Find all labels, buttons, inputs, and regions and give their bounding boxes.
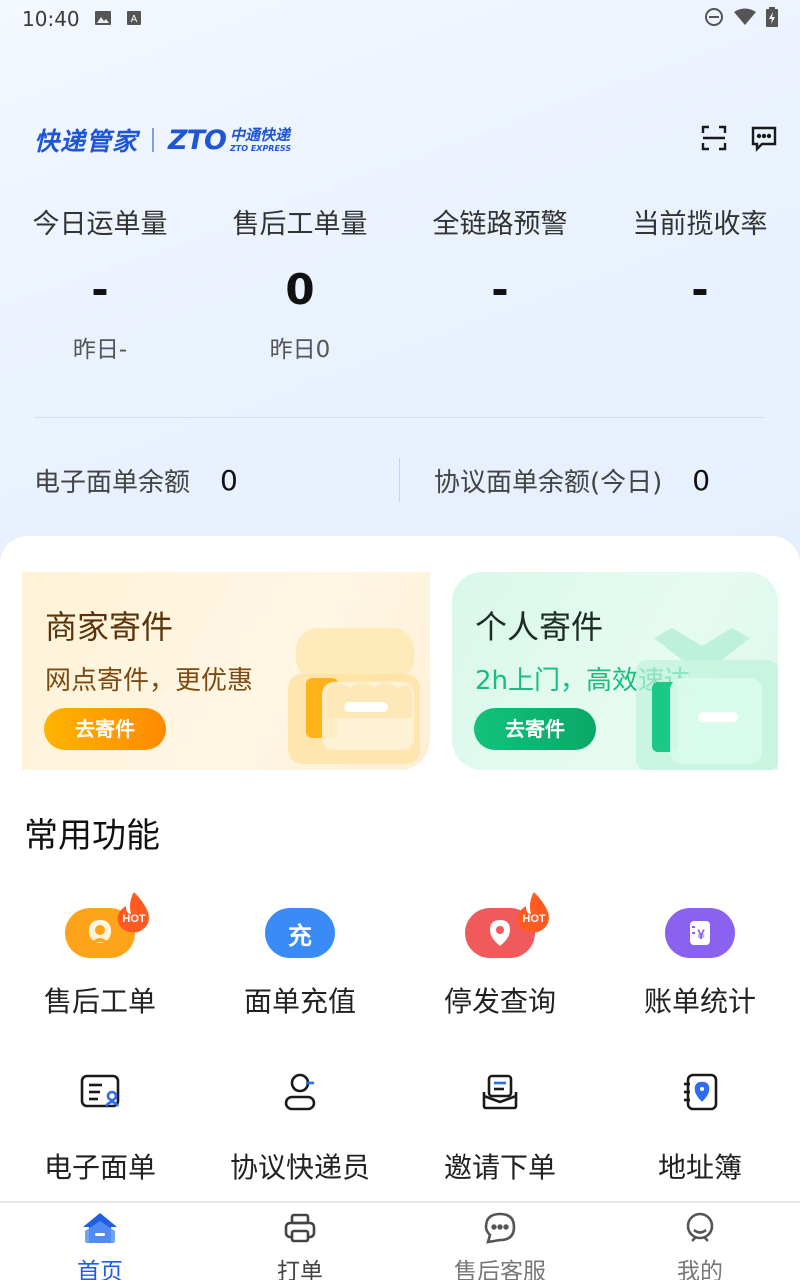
stat-value: - <box>91 265 109 314</box>
zto-logo-text: 中通快递 ZTO EXPRESS <box>229 125 292 153</box>
tab-label: 售后客服 <box>454 1259 546 1280</box>
zto-brand-cn: 中通快递 <box>229 125 290 144</box>
function-agreement-courier[interactable]: 协议快递员 <box>200 1062 400 1186</box>
parcel-box-icon <box>636 628 778 770</box>
home-icon <box>0 1208 200 1248</box>
stat-yesterday: 昨日0 <box>269 337 331 363</box>
card-title: 个人寄件 <box>475 608 604 646</box>
e-waybill-icon <box>76 1068 124 1116</box>
do-not-disturb-icon <box>704 7 724 32</box>
function-aftersale-ticket[interactable]: HOT 售后工单 <box>0 892 200 1020</box>
card-subtitle: 网点寄件，更优惠 <box>45 666 254 696</box>
function-grid-row2: 电子面单 协议快递员 邀请下单 地址簿 <box>0 1062 800 1186</box>
message-icon[interactable] <box>750 124 778 152</box>
hot-badge-text: HOT <box>522 913 546 925</box>
agreement-waybill-balance[interactable]: 协议面单余额(今日) 0 <box>400 462 800 499</box>
function-grid-row1: HOT 售后工单 充 面单充值 HOT 停发查询 ¥ 账单统计 <box>0 892 800 1020</box>
function-label: 面单充值 <box>243 985 356 1018</box>
status-time: 10:40 <box>22 7 80 31</box>
zto-logo-mark: ZTO <box>168 124 227 156</box>
tab-label: 首页 <box>77 1259 123 1280</box>
function-invite-order[interactable]: 邀请下单 <box>400 1062 600 1186</box>
divider <box>34 417 766 418</box>
hot-badge: HOT <box>514 890 554 938</box>
merchant-ship-button[interactable]: 去寄件 <box>44 708 166 750</box>
courier-icon <box>276 1068 324 1116</box>
invite-order-icon <box>476 1068 524 1116</box>
section-title: 常用功能 <box>24 816 160 856</box>
status-bar: 10:40 A <box>0 0 800 38</box>
printer-icon <box>200 1208 400 1248</box>
stat-label: 今日运单量 <box>32 209 168 240</box>
bottom-tab-bar: 首页 打单 售后客服 我的 <box>0 1203 800 1280</box>
card-title: 商家寄件 <box>45 608 174 646</box>
tab-label: 我的 <box>677 1259 723 1280</box>
balance-divider <box>399 458 400 502</box>
stat-pickup-rate[interactable]: 当前揽收率 - <box>600 200 800 370</box>
tab-profile[interactable]: 我的 <box>600 1203 800 1280</box>
function-label: 停发查询 <box>443 985 556 1018</box>
recharge-icon: 充 <box>265 908 335 958</box>
function-bill-statistics[interactable]: ¥ 账单统计 <box>600 892 800 1020</box>
balance-value: 0 <box>220 463 238 497</box>
tab-print-order[interactable]: 打单 <box>200 1203 400 1280</box>
function-suspension-query[interactable]: HOT 停发查询 <box>400 892 600 1020</box>
stat-yesterday <box>400 330 600 370</box>
stats-row: 今日运单量 - 昨日- 售后工单量 0 昨日0 全链路预警 - 当前揽收率 - <box>0 200 800 370</box>
function-label: 协议快递员 <box>229 1151 370 1184</box>
stat-full-chain-alert[interactable]: 全链路预警 - <box>400 200 600 370</box>
hot-badge: HOT <box>114 890 154 938</box>
balance-label: 协议面单余额(今日) <box>434 467 663 498</box>
tab-label: 打单 <box>277 1259 323 1280</box>
tab-home[interactable]: 首页 <box>0 1203 200 1280</box>
image-notification-icon <box>94 7 112 31</box>
app-notification-icon: A <box>126 7 142 31</box>
stat-label: 全链路预警 <box>432 209 568 240</box>
stat-yesterday <box>600 330 800 370</box>
balance-value: 0 <box>692 463 711 497</box>
e-waybill-balance[interactable]: 电子面单余额 0 <box>0 462 400 499</box>
function-label: 地址簿 <box>657 1151 742 1184</box>
function-address-book[interactable]: 地址簿 <box>600 1062 800 1186</box>
stat-value: - <box>491 265 509 314</box>
function-label: 售后工单 <box>43 985 156 1018</box>
personal-shipping-card[interactable]: 个人寄件 2h上门，高效速达 去寄件 <box>452 572 778 770</box>
address-book-icon <box>676 1068 724 1116</box>
balance-label: 电子面单余额 <box>34 467 191 498</box>
stat-yesterday: 昨日- <box>72 337 128 363</box>
function-label: 电子面单 <box>43 1151 156 1184</box>
balance-row: 电子面单余额 0 协议面单余额(今日) 0 <box>0 450 800 510</box>
brand-logo: 快递管家 ZTO 中通快递 ZTO EXPRESS <box>34 122 291 158</box>
header-actions <box>700 124 778 152</box>
svg-text:¥: ¥ <box>697 926 705 942</box>
storefront-icon <box>288 628 420 764</box>
battery-icon <box>766 6 778 32</box>
bill-icon: ¥ <box>665 908 735 958</box>
merchant-shipping-card[interactable]: 商家寄件 网点寄件，更优惠 去寄件 <box>22 572 430 770</box>
chat-icon <box>400 1208 600 1248</box>
stat-aftersale-tickets[interactable]: 售后工单量 0 昨日0 <box>200 200 400 370</box>
zto-brand-en: ZTO EXPRESS <box>229 143 292 153</box>
stat-value: - <box>691 265 709 314</box>
stat-today-waybills[interactable]: 今日运单量 - 昨日- <box>0 200 200 370</box>
profile-icon <box>600 1208 800 1248</box>
app-name: 快递管家 <box>34 127 139 156</box>
function-label: 账单统计 <box>643 985 756 1018</box>
function-e-waybill[interactable]: 电子面单 <box>0 1062 200 1186</box>
scan-icon[interactable] <box>700 124 728 152</box>
function-label: 邀请下单 <box>443 1151 556 1184</box>
wifi-icon <box>734 7 756 31</box>
personal-ship-button[interactable]: 去寄件 <box>474 708 596 750</box>
stat-label: 售后工单量 <box>232 209 368 240</box>
logo-divider <box>152 128 155 152</box>
function-waybill-recharge[interactable]: 充 面单充值 <box>200 892 400 1020</box>
recharge-icon-text: 充 <box>288 921 312 950</box>
hot-badge-text: HOT <box>122 913 146 925</box>
stat-label: 当前揽收率 <box>632 209 768 240</box>
svg-text:A: A <box>130 14 137 25</box>
tab-aftersale-service[interactable]: 售后客服 <box>400 1203 600 1280</box>
stat-value: 0 <box>285 265 315 314</box>
